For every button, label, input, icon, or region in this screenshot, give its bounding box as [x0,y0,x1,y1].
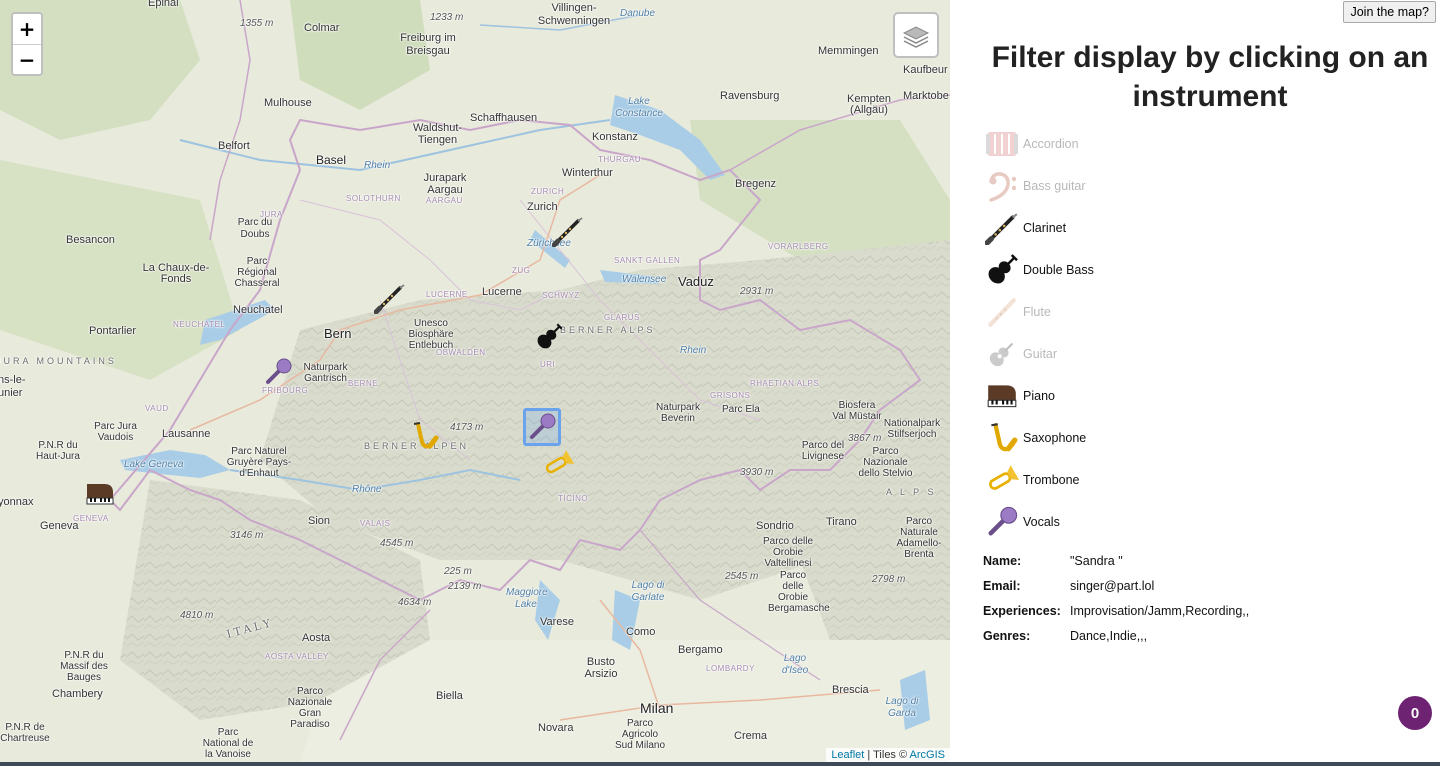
sidebar-title: Filter display by clicking on an instrum… [991,41,1429,113]
attribution-separator: | Tiles © [864,749,910,761]
count-badge[interactable]: 0 [1398,696,1432,730]
guitar-icon [982,334,1022,374]
clarinet-icon [982,208,1022,248]
arcgis-link[interactable]: ArcGIS [910,749,945,761]
genres-value: Dance,Indie,,, [1070,628,1148,643]
microphone-icon [266,358,292,384]
microphone-icon [982,502,1022,542]
leaflet-link[interactable]: Leaflet [831,749,864,761]
filter-sidebar: Join the map? Filter display by clicking… [950,0,1440,766]
instrument-filter-guitar[interactable]: Guitar [982,333,1057,375]
trombone-icon [545,450,575,474]
accordion-icon [982,124,1022,164]
map-base-tiles [0,0,950,762]
saxophone-icon [413,422,439,449]
experiences-label: Experiences: [983,603,1061,618]
zoom-in-button[interactable]: + [13,14,41,44]
map-marker-clarinet[interactable] [551,215,584,248]
instrument-filter-bass-guitar[interactable]: Bass guitar [982,165,1086,207]
name-label: Name: [983,553,1022,568]
map-marker-vocals-selected[interactable] [523,408,561,446]
flute-icon [982,292,1022,332]
zoom-control: + − [11,12,43,76]
instrument-label: Saxophone [1023,431,1087,445]
map-marker-piano[interactable] [84,478,116,510]
trombone-icon [982,460,1022,500]
map-view[interactable]: Epinal 1355 m Colmar Freiburg im Breisga… [0,0,950,762]
instrument-filter-vocals[interactable]: Vocals [982,501,1060,543]
zoom-out-button[interactable]: − [13,44,41,74]
map-attribution: Leaflet | Tiles © ArcGIS [826,748,950,762]
join-map-button[interactable]: Join the map? [1343,1,1436,23]
instrument-label: Vocals [1023,515,1060,529]
instrument-label: Clarinet [1023,221,1067,235]
email-value: singer@part.lol [1070,578,1155,593]
bass-clef-icon [982,166,1022,206]
map-marker-saxophone[interactable] [408,420,440,452]
layers-control-button[interactable] [893,12,939,58]
musician-details: Name: "Sandra " Email: singer@part.lol E… [983,548,1249,648]
detail-row-experiences: Experiences: Improvisation/Jamm,Recordin… [983,598,1249,623]
map-marker-trombone[interactable] [542,448,575,480]
clarinet-icon [373,284,405,315]
detail-row-email: Email: singer@part.lol [983,573,1249,598]
instrument-filter-clarinet[interactable]: Clarinet [982,207,1066,249]
instrument-filter-double-bass[interactable]: Double Bass [982,249,1094,291]
instrument-label: Accordion [1023,137,1079,151]
microphone-icon [530,413,556,439]
instrument-filter-piano[interactable]: Piano [982,375,1055,417]
instrument-label: Piano [1023,389,1055,403]
email-label: Email: [983,578,1021,593]
saxophone-icon [982,418,1022,458]
instrument-label: Trombone [1023,473,1080,487]
instrument-label: Guitar [1023,347,1058,361]
experiences-value: Improvisation/Jamm,Recording,, [1070,603,1250,618]
piano-icon [982,376,1022,416]
detail-row-genres: Genres: Dance,Indie,,, [983,623,1249,648]
violin-icon [982,250,1022,290]
detail-row-name: Name: "Sandra " [983,548,1249,573]
instrument-filter-flute[interactable]: Flute [982,291,1051,333]
name-value: "Sandra " [1070,553,1123,568]
instrument-label: Bass guitar [1023,179,1086,193]
instrument-filter-trombone[interactable]: Trombone [982,459,1080,501]
instrument-label: Flute [1023,305,1051,319]
instrument-filter-saxophone[interactable]: Saxophone [982,417,1086,459]
instrument-label: Double Bass [1023,263,1094,277]
piano-icon [86,484,114,505]
violin-icon [537,323,563,349]
window-bottom-edge [0,762,1440,766]
map-marker-vocals[interactable] [262,356,294,388]
map-marker-double-bass[interactable] [532,320,564,352]
genres-label: Genres: [983,628,1031,643]
map-marker-clarinet[interactable] [373,282,406,315]
layers-icon [902,26,930,48]
clarinet-icon [551,217,583,248]
instrument-filter-accordion[interactable]: Accordion [982,123,1079,165]
